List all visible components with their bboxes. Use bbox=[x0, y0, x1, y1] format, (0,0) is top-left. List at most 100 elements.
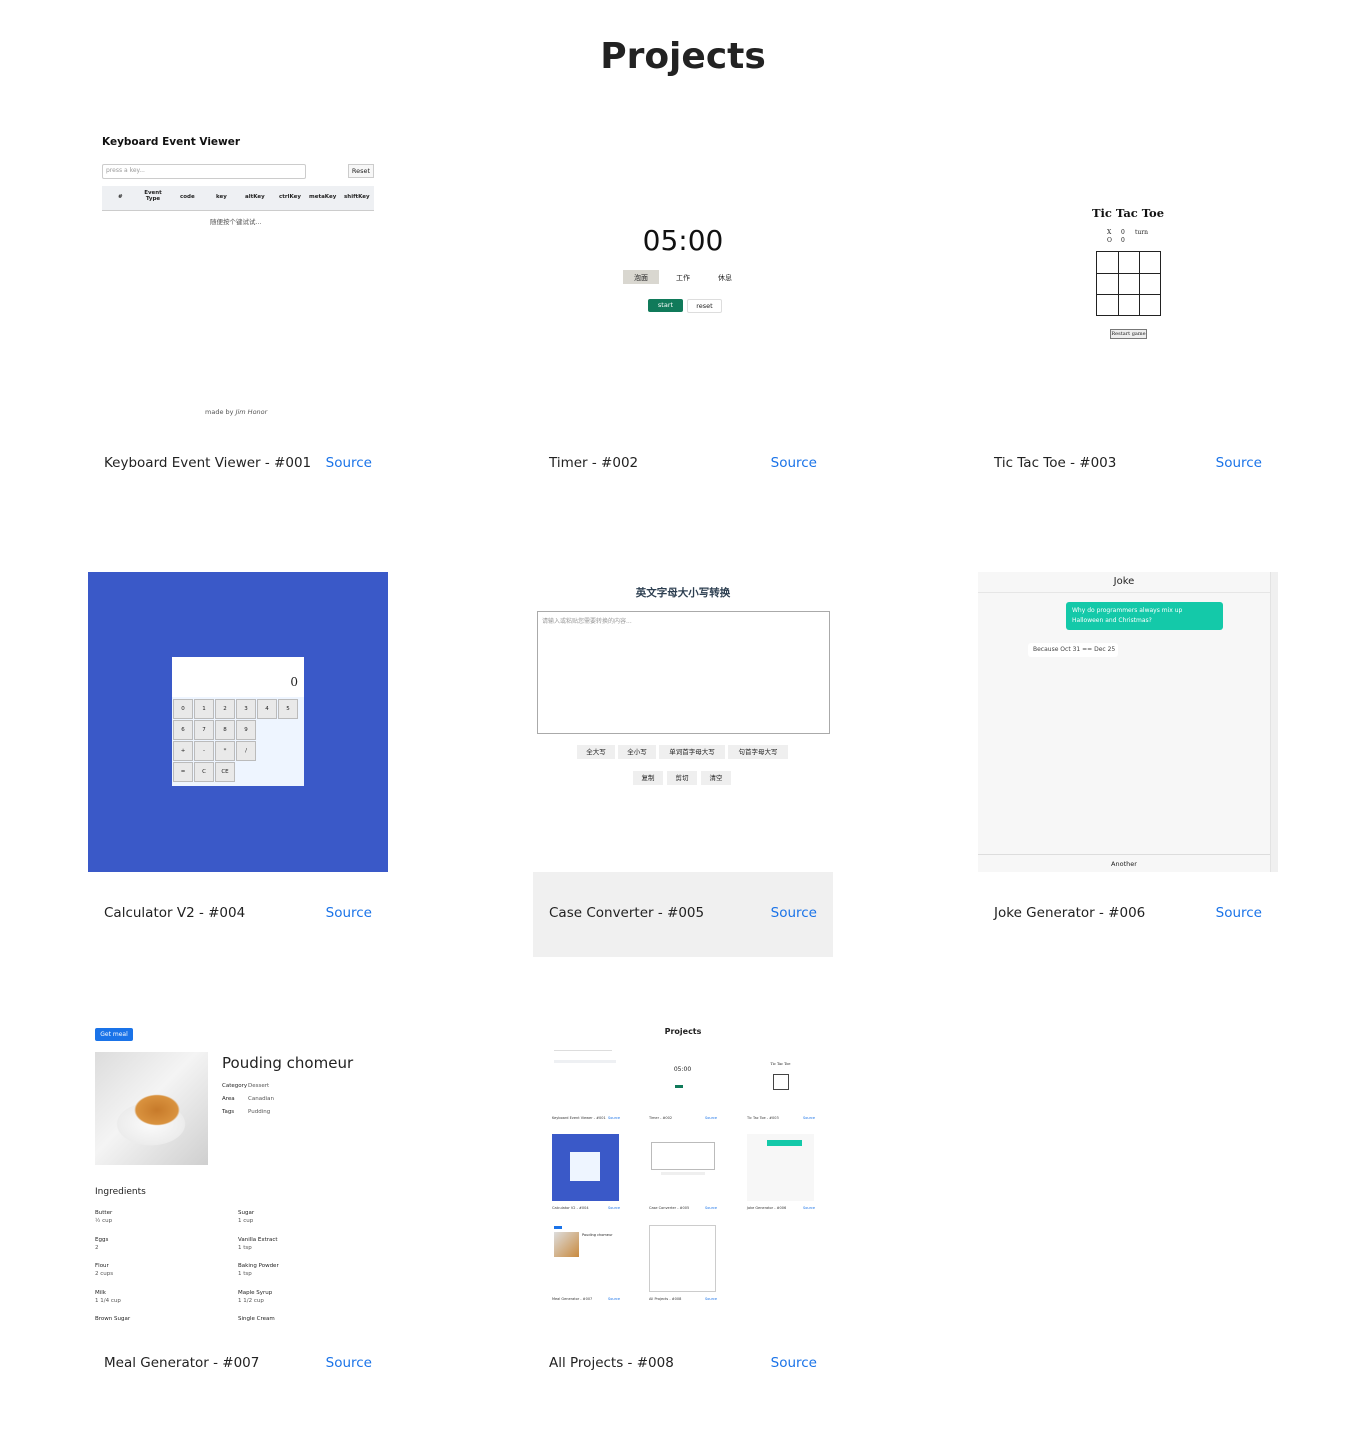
kev-empty-text: 随便按个键试试... bbox=[210, 218, 262, 226]
calc-key: + bbox=[173, 741, 193, 761]
ttt-restart-button: Restart game bbox=[1110, 329, 1147, 339]
joke-title-divider bbox=[978, 592, 1270, 593]
project-preview[interactable]: Get meal Pouding chomeur Category Desser… bbox=[88, 1022, 388, 1322]
mini-thumb bbox=[552, 1044, 619, 1111]
source-link[interactable]: Source bbox=[1216, 455, 1262, 471]
project-card-calculator[interactable]: 0 0 1 2 3 4 5 6 7 8 9 + - * / = C CE Calculator V2 - #00… bbox=[88, 572, 388, 957]
cc-title: 英文字母大小写转换 bbox=[635, 587, 731, 599]
timer-display: 05:00 bbox=[642, 224, 724, 257]
project-preview[interactable]: Projects Keyboard Event Viewer - #001 Sou… bbox=[533, 1022, 833, 1322]
mini-buttons bbox=[661, 1172, 705, 1175]
mini-source: Source bbox=[608, 1116, 621, 1120]
source-link[interactable]: Source bbox=[326, 1355, 372, 1371]
source-link[interactable]: Source bbox=[326, 455, 372, 471]
ingredient-name: Milk bbox=[95, 1289, 106, 1296]
project-card-keyboard-event-viewer[interactable]: Keyboard Event Viewer press a key... Res… bbox=[88, 122, 388, 507]
cc-button: 全小写 bbox=[618, 745, 656, 759]
calc-body: 0 0 1 2 3 4 5 6 7 8 9 + - * / = C CE bbox=[172, 657, 304, 786]
meal-tags-label: Tags bbox=[222, 1109, 235, 1115]
calc-key: 4 bbox=[257, 699, 277, 719]
kev-title: Keyboard Event Viewer bbox=[102, 136, 241, 148]
project-caption: Timer - #002 bbox=[549, 455, 639, 471]
ingredient-amount: 2 cups bbox=[95, 1271, 114, 1277]
project-card-tic-tac-toe[interactable]: Tic Tac Toe X 0 turn O 0 Restart game Ti… bbox=[978, 122, 1278, 507]
joke-question-bubble: Why do programmers always mix up Hallowe… bbox=[1066, 602, 1223, 630]
joke-answer: Because Oct 31 == Dec 25 bbox=[1033, 646, 1116, 653]
calc-key: * bbox=[215, 741, 235, 761]
mini-meal-name: Pouding chomeur bbox=[582, 1233, 613, 1237]
project-card-timer[interactable]: 05:00 泡面 工作 休息 start reset Timer - #002 … bbox=[533, 122, 833, 507]
meal-name: Pouding chomeur bbox=[222, 1054, 354, 1072]
ingredient-name: Single Cream bbox=[238, 1316, 275, 1322]
mini-bubble bbox=[767, 1140, 802, 1146]
calc-display: 0 bbox=[172, 657, 304, 697]
mini-source: Source bbox=[705, 1116, 718, 1120]
mini-source: Source bbox=[705, 1297, 718, 1301]
mini-source: Source bbox=[803, 1116, 816, 1120]
meal-ingredients-title: Ingredients bbox=[95, 1187, 146, 1197]
mini-caption: All Projects - #008 bbox=[649, 1297, 682, 1301]
mini-caption: Keyboard Event Viewer - #001 bbox=[552, 1116, 606, 1120]
project-preview[interactable]: 0 0 1 2 3 4 5 6 7 8 9 + - * / = C CE bbox=[88, 572, 388, 872]
project-preview[interactable]: Keyboard Event Viewer press a key... Res… bbox=[88, 122, 388, 422]
calc-key: 7 bbox=[194, 720, 214, 740]
timer-mode: 工作 bbox=[676, 274, 690, 282]
ingredient-amount: 1 tsp bbox=[238, 1244, 252, 1251]
ingredient-name: Sugar bbox=[238, 1210, 255, 1216]
kev-col: Event Type bbox=[144, 190, 162, 202]
meal-area-label: Area bbox=[222, 1096, 235, 1102]
cc-placeholder: 请输入或粘贴您需要转换的内容... bbox=[542, 618, 632, 625]
project-preview[interactable]: Joke Why do programmers always mix up Ha… bbox=[978, 572, 1278, 872]
kev-col: shiftKey bbox=[344, 194, 370, 200]
project-caption: Meal Generator - #007 bbox=[104, 1355, 260, 1371]
calc-key: - bbox=[194, 741, 214, 761]
meal-image bbox=[95, 1052, 208, 1165]
project-card-all-projects[interactable]: Projects Keyboard Event Viewer - #001 Sou… bbox=[533, 1022, 833, 1407]
joke-scrollbar bbox=[1270, 572, 1278, 872]
mini-timer: 05:00 bbox=[673, 1066, 692, 1073]
source-link[interactable]: Source bbox=[771, 1355, 817, 1371]
ttt-turn: turn bbox=[1135, 229, 1149, 236]
mini-caption: Tic Tac Toe - #003 bbox=[747, 1116, 779, 1120]
calc-key: 6 bbox=[173, 720, 193, 740]
project-preview[interactable]: 05:00 泡面 工作 休息 start reset bbox=[533, 122, 833, 422]
meal-area: Canadian bbox=[248, 1096, 274, 1102]
mini-caption: Case Converter - #005 bbox=[649, 1206, 690, 1210]
kev-table-header: # Event Type code key altKey ctrlKey met… bbox=[102, 186, 374, 211]
source-link[interactable]: Source bbox=[771, 905, 817, 921]
meal-tags: Pudding bbox=[248, 1109, 271, 1115]
mini-source: Source bbox=[803, 1206, 816, 1210]
project-caption: Case Converter - #005 bbox=[549, 905, 705, 921]
project-card-case-converter[interactable]: 英文字母大小写转换 请输入或粘贴您需要转换的内容... 全大写 全小写 单词首字母大… bbox=[533, 572, 833, 957]
joke-question: Why do programmers always mix up Hallowe… bbox=[1072, 607, 1183, 624]
mini-title: Projects bbox=[664, 1027, 702, 1036]
joke-another-label: Another bbox=[1111, 860, 1137, 868]
project-card-joke-generator[interactable]: Joke Why do programmers always mix up Ha… bbox=[978, 572, 1278, 957]
mini-meal-img bbox=[554, 1232, 579, 1257]
mini-thumb: 05:00 bbox=[649, 1044, 716, 1111]
ingredient-amount: 1 1/4 cup bbox=[95, 1297, 121, 1304]
mini-source: Source bbox=[705, 1206, 718, 1210]
cc-textarea: 请输入或粘贴您需要转换的内容... bbox=[537, 611, 830, 734]
ttt-o-label: O bbox=[1107, 237, 1112, 244]
project-card-meal-generator[interactable]: Get meal Pouding chomeur Category Desser… bbox=[88, 1022, 388, 1407]
kev-placeholder: press a key... bbox=[106, 167, 145, 174]
project-caption: Calculator V2 - #004 bbox=[104, 905, 246, 921]
mini-caption: Calculator V2 - #004 bbox=[552, 1206, 589, 1210]
ingredient-name: Vanilla Extract bbox=[238, 1236, 278, 1243]
ingredient-name: Maple Syrup bbox=[238, 1289, 273, 1296]
mini-thumb bbox=[552, 1134, 619, 1201]
project-preview[interactable]: Tic Tac Toe X 0 turn O 0 Restart game bbox=[978, 122, 1278, 422]
kev-col: metaKey bbox=[309, 194, 337, 200]
ingredient-amount: 1 cup bbox=[238, 1218, 254, 1224]
source-link[interactable]: Source bbox=[326, 905, 372, 921]
source-link[interactable]: Source bbox=[771, 455, 817, 471]
mini-thumb bbox=[649, 1134, 716, 1201]
ingredient-amount: 1 tsp bbox=[238, 1271, 252, 1277]
meal-category-label: Category bbox=[222, 1083, 248, 1089]
cc-button: 清空 bbox=[701, 771, 731, 785]
kev-reset-button: Reset bbox=[348, 164, 374, 178]
project-preview[interactable]: 英文字母大小写转换 请输入或粘贴您需要转换的内容... 全大写 全小写 单词首字母大… bbox=[533, 572, 833, 872]
mini-source: Source bbox=[608, 1206, 621, 1210]
source-link[interactable]: Source bbox=[1216, 905, 1262, 921]
